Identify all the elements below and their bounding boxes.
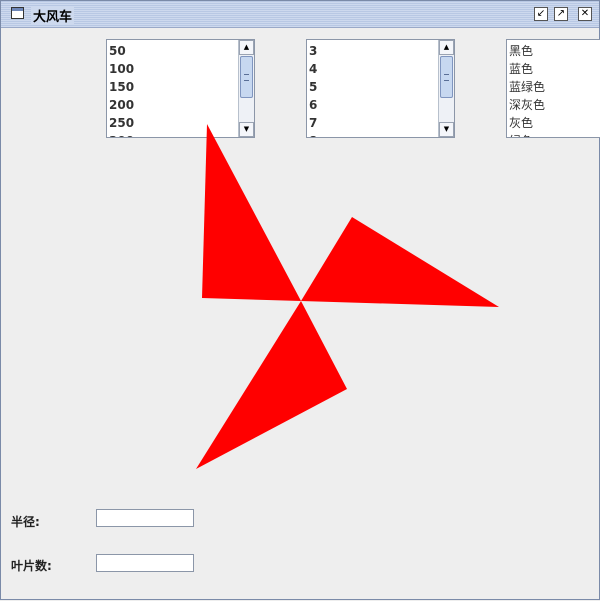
window-icon: [11, 7, 24, 19]
list-item[interactable]: 5: [309, 78, 454, 96]
windmill-blade: [196, 301, 347, 469]
color-list[interactable]: 黑色 蓝色 蓝绿色 深灰色 灰色 绿色: [506, 39, 600, 138]
list-item[interactable]: 8: [309, 132, 454, 137]
radius-input[interactable]: [96, 509, 194, 527]
list-item[interactable]: 蓝色: [509, 60, 600, 78]
list-item[interactable]: 6: [309, 96, 454, 114]
title-bar[interactable]: 大风车 ↙ ↗ ✕: [1, 1, 599, 28]
list-item[interactable]: 3: [309, 42, 454, 60]
close-button[interactable]: ✕: [578, 7, 592, 21]
list-item[interactable]: 250: [109, 114, 254, 132]
list-item[interactable]: 200: [109, 96, 254, 114]
scroll-up-icon[interactable]: ▲: [439, 40, 454, 55]
blade-count-list[interactable]: 3 4 5 6 7 8 ▲ ▼: [306, 39, 455, 138]
list-item[interactable]: 灰色: [509, 114, 600, 132]
radius-list[interactable]: 50 100 150 200 250 300 ▲ ▼: [106, 39, 255, 138]
scroll-down-icon[interactable]: ▼: [439, 122, 454, 137]
minimize-icon: ↙: [536, 8, 546, 19]
list-item[interactable]: 深灰色: [509, 96, 600, 114]
list-item[interactable]: 黑色: [509, 42, 600, 60]
list-item[interactable]: 150: [109, 78, 254, 96]
list-item[interactable]: 100: [109, 60, 254, 78]
scroll-thumb[interactable]: [240, 56, 253, 98]
window-title: 大风车: [31, 6, 75, 25]
radius-list-scrollbar[interactable]: ▲ ▼: [238, 40, 254, 137]
scroll-up-icon[interactable]: ▲: [239, 40, 254, 55]
maximize-icon: ↗: [556, 8, 566, 19]
list-item[interactable]: 绿色: [509, 132, 600, 137]
blade-count-label: 叶片数:: [11, 559, 52, 573]
windmill-blade: [301, 217, 499, 307]
minimize-button[interactable]: ↙: [534, 7, 548, 21]
list-item[interactable]: 7: [309, 114, 454, 132]
app-window: 大风车 ↙ ↗ ✕ 50 100 150 200 250 300 ▲ ▼ 3 4: [0, 0, 600, 600]
blade-list-scrollbar[interactable]: ▲ ▼: [438, 40, 454, 137]
list-item[interactable]: 4: [309, 60, 454, 78]
maximize-button[interactable]: ↗: [554, 7, 568, 21]
windmill-blade: [202, 124, 301, 301]
radius-label: 半径:: [11, 515, 40, 529]
scroll-thumb[interactable]: [440, 56, 453, 98]
list-item[interactable]: 300: [109, 132, 254, 137]
blade-count-input[interactable]: [96, 554, 194, 572]
list-item[interactable]: 蓝绿色: [509, 78, 600, 96]
close-icon: ✕: [580, 8, 590, 19]
list-item[interactable]: 50: [109, 42, 254, 60]
scroll-down-icon[interactable]: ▼: [239, 122, 254, 137]
